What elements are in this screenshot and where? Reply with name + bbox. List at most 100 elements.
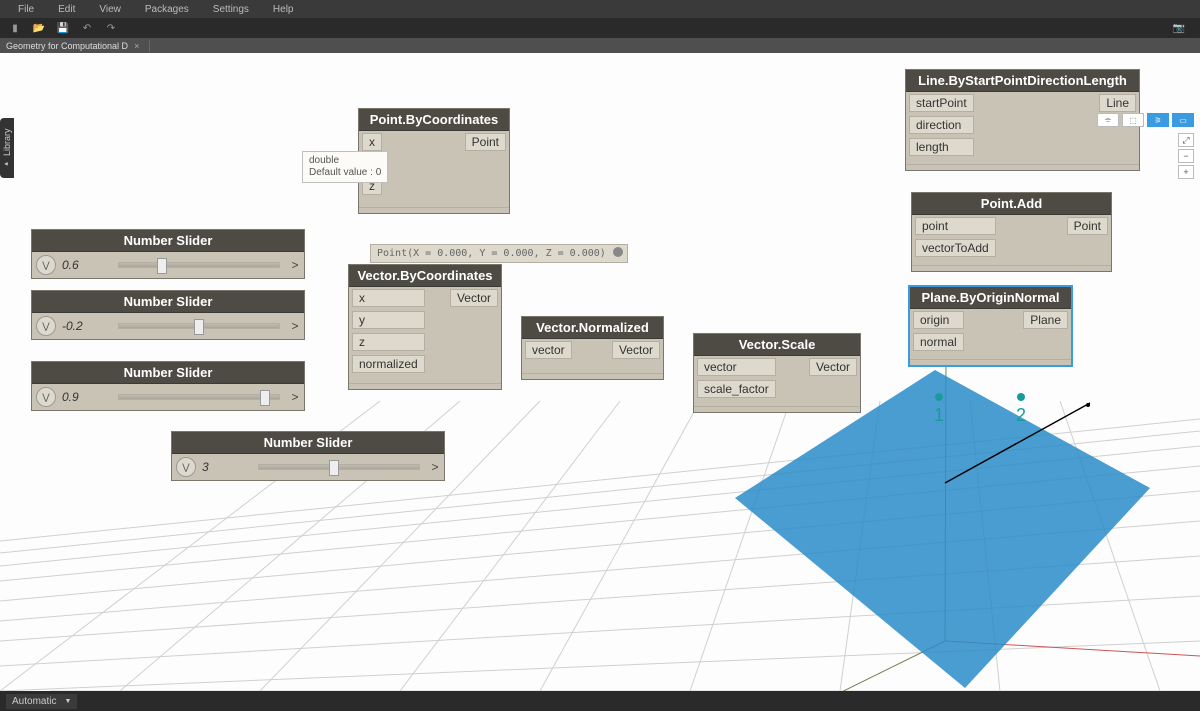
annotation-lines [0,53,300,203]
input-port-vector-to-add[interactable]: vectorToAdd [915,239,996,257]
pin-preview-icon[interactable] [613,247,623,257]
redo-icon[interactable]: ↷ [102,21,120,35]
node-number-slider-2[interactable]: Number Slider ⋁ -0.2 > [31,290,305,340]
node-header: Vector.ByCoordinates [349,265,501,287]
output-port-point[interactable]: Point [465,133,506,151]
output-port-vector[interactable]: Vector [450,289,498,307]
input-port-normalized[interactable]: normalized [352,355,425,373]
node-header: Line.ByStartPointDirectionLength [906,70,1139,92]
document-tab-title: Geometry for Computational D [6,41,128,51]
tab-strip: Geometry for Computational D × [0,38,1200,53]
input-port-normal[interactable]: normal [913,333,964,351]
input-port-x[interactable]: x [352,289,425,307]
view-graph-icon[interactable]: ⬚ [1122,113,1144,127]
run-mode-label: Automatic [12,696,56,707]
node-number-slider-3[interactable]: Number Slider ⋁ 0.9 > [31,361,305,411]
node-header: Point.ByCoordinates [359,109,509,131]
node-header: Number Slider [32,230,304,252]
slider-output-port[interactable]: > [286,258,304,272]
slider-track[interactable] [258,464,420,470]
node-header: Vector.Scale [694,334,860,356]
input-port-length[interactable]: length [909,138,974,156]
output-port-point[interactable]: Point [1067,217,1108,235]
node-vector-scale[interactable]: Vector.Scale vector scale_factor Vector [693,333,861,413]
input-port-origin[interactable]: origin [913,311,964,329]
input-port-point[interactable]: point [915,217,996,235]
node-footer [906,164,1139,170]
slider-value: -0.2 [60,319,112,333]
node-header: Point.Add [912,193,1111,215]
input-port-y[interactable]: y [352,311,425,329]
view-navigation-icon[interactable]: ⚞ [1147,113,1169,127]
input-port-z[interactable]: z [352,333,425,351]
input-port-x[interactable]: x [362,133,382,151]
chevron-down-icon: ▼ [64,698,71,705]
zoom-fit-icon[interactable]: ⤢ [1178,133,1194,147]
menu-file[interactable]: File [6,4,46,15]
slider-expand-toggle[interactable]: ⋁ [176,457,196,477]
input-port-vector[interactable]: vector [697,358,776,376]
annotation-2: 2 [1016,393,1026,426]
output-port-vector[interactable]: Vector [612,341,660,359]
node-header: Number Slider [32,362,304,384]
input-port-scale-factor[interactable]: scale_factor [697,380,776,398]
canvas[interactable]: ⌯ ⬚ ⚞ ▭ ⤢ − + Library Number Slider ⋁ 0.… [0,53,1200,691]
document-tab[interactable]: Geometry for Computational D × [0,40,150,52]
slider-output-port[interactable]: > [286,319,304,333]
screenshot-icon[interactable]: 📷 [1170,21,1188,35]
menu-help[interactable]: Help [261,4,306,15]
node-vector-by-coordinates[interactable]: Vector.ByCoordinates x y z normalized Ve… [348,264,502,390]
input-port-start-point[interactable]: startPoint [909,94,974,112]
input-port-direction[interactable]: direction [909,116,974,134]
new-file-icon[interactable]: ▮ [6,21,24,35]
slider-track[interactable] [118,323,280,329]
view-geom-icon[interactable]: ▭ [1172,113,1194,127]
toolbar: ▮ 📂 💾 ↶ ↷ 📷 [0,18,1200,38]
slider-track[interactable] [118,262,280,268]
slider-value: 0.9 [60,390,112,404]
node-footer [912,265,1111,271]
slider-output-port[interactable]: > [426,460,444,474]
slider-output-port[interactable]: > [286,390,304,404]
node-header: Number Slider [172,432,444,454]
node-header: Plane.ByOriginNormal [910,287,1071,309]
node-point-add[interactable]: Point.Add point vectorToAdd Point [911,192,1112,272]
slider-expand-toggle[interactable]: ⋁ [36,255,56,275]
zoom-controls: ⤢ − + [1178,133,1194,179]
slider-track[interactable] [118,394,280,400]
node-plane-by-origin-normal[interactable]: Plane.ByOriginNormal origin normal Plane [908,285,1073,367]
run-mode-dropdown[interactable]: Automatic ▼ [6,694,77,709]
node-header: Vector.Normalized [522,317,663,339]
menu-packages[interactable]: Packages [133,4,201,15]
undo-icon[interactable]: ↶ [78,21,96,35]
zoom-out-icon[interactable]: − [1178,149,1194,163]
output-port-vector[interactable]: Vector [809,358,857,376]
library-panel-tab[interactable]: Library [0,118,14,178]
zoom-in-icon[interactable]: + [1178,165,1194,179]
menu-view[interactable]: View [87,4,133,15]
node-number-slider-4[interactable]: Number Slider ⋁ 3 > [171,431,445,481]
output-port-line[interactable]: Line [1099,94,1136,112]
node-number-slider-1[interactable]: Number Slider ⋁ 0.6 > [31,229,305,279]
node-header: Number Slider [32,291,304,313]
slider-value: 3 [200,460,252,474]
port-tooltip: double Default value : 0 [302,151,388,183]
annotation-1: 1 [934,393,944,426]
open-icon[interactable]: 📂 [30,21,48,35]
node-vector-normalized[interactable]: Vector.Normalized vector Vector [521,316,664,380]
menu-edit[interactable]: Edit [46,4,87,15]
node-footer [694,406,860,412]
menu-settings[interactable]: Settings [201,4,261,15]
input-port-vector[interactable]: vector [525,341,572,359]
view-controls: ⌯ ⬚ ⚞ ▭ [1097,113,1194,127]
view-3d-icon[interactable]: ⌯ [1097,113,1119,127]
close-tab-icon[interactable]: × [134,41,139,51]
slider-expand-toggle[interactable]: ⋁ [36,316,56,336]
node-footer [910,359,1071,365]
menu-bar: File Edit View Packages Settings Help [0,0,1200,18]
bottom-bar: Automatic ▼ [0,691,1200,711]
node-footer [349,383,501,389]
output-port-plane[interactable]: Plane [1023,311,1068,329]
slider-expand-toggle[interactable]: ⋁ [36,387,56,407]
save-icon[interactable]: 💾 [54,21,72,35]
